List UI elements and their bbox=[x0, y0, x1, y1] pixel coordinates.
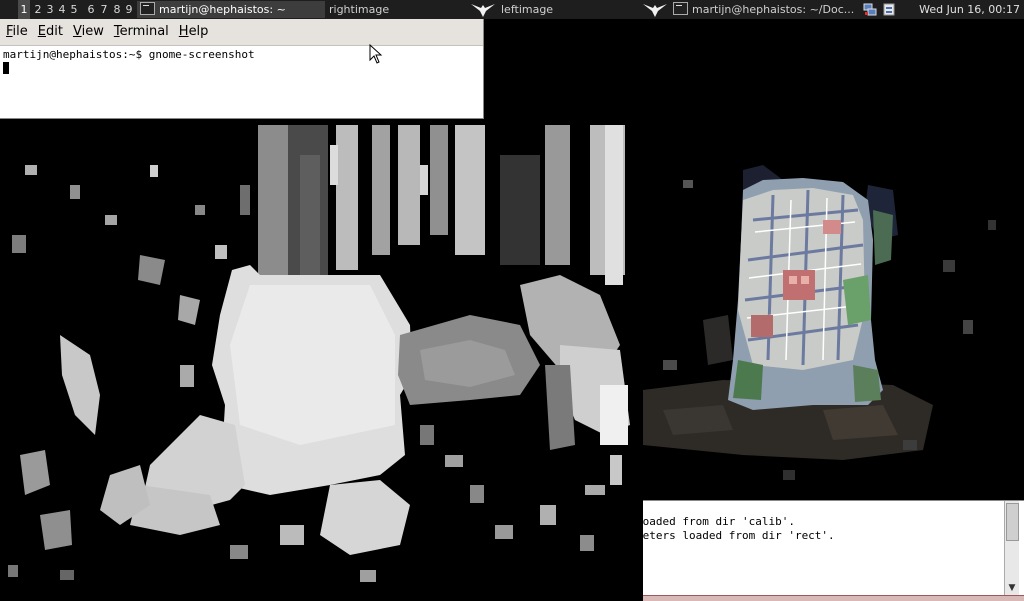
top-panel: 1 2 3 4 5 6 7 8 9 martijn@hephaistos: ~ … bbox=[0, 0, 1024, 19]
menu-view[interactable]: View bbox=[69, 19, 108, 45]
task-terminal-docs[interactable]: martijn@hephaistos: ~/Doc... bbox=[670, 1, 858, 18]
task-rightimage[interactable]: rightimage bbox=[326, 1, 466, 18]
scroll-thumb[interactable] bbox=[1006, 503, 1019, 541]
task-label: martijn@hephaistos: ~ bbox=[159, 3, 286, 16]
workspace-6[interactable]: 6 bbox=[86, 0, 96, 19]
workspace-4[interactable]: 4 bbox=[57, 0, 67, 19]
terminal-icon bbox=[673, 2, 688, 15]
bird-icon bbox=[643, 4, 667, 17]
console-line: . bbox=[636, 555, 643, 569]
clipboard-icon[interactable] bbox=[882, 2, 896, 16]
text-cursor bbox=[3, 62, 9, 74]
menu-edit[interactable]: Edit bbox=[34, 19, 67, 45]
task-terminal-home[interactable]: martijn@hephaistos: ~ bbox=[137, 1, 325, 18]
workspace-9[interactable]: 9 bbox=[124, 0, 134, 19]
console-line: loaded from dir 'calib'. bbox=[636, 515, 795, 528]
menu-file[interactable]: File bbox=[2, 19, 32, 45]
workspace-3[interactable]: 3 bbox=[45, 0, 55, 19]
console-window: loaded from dir 'calib'. neters loaded fr… bbox=[636, 500, 1024, 601]
right-image bbox=[643, 60, 1024, 500]
terminal-menubar: File Edit View Terminal Help bbox=[0, 19, 483, 46]
scroll-down-arrow-icon[interactable]: ▼ bbox=[1006, 582, 1018, 594]
menu-help[interactable]: Help bbox=[175, 19, 213, 45]
terminal-body[interactable]: martijn@hephaistos:~$ gnome-screenshot bbox=[0, 46, 483, 78]
window-bottom-border bbox=[643, 595, 1024, 601]
task-label: rightimage bbox=[329, 3, 390, 16]
menu-terminal[interactable]: Terminal bbox=[110, 19, 173, 45]
task-label: martijn@hephaistos: ~/Doc... bbox=[692, 3, 855, 16]
clock[interactable]: Wed Jun 16, 00:17 bbox=[919, 0, 1020, 19]
console-output: loaded from dir 'calib'. neters loaded fr… bbox=[636, 515, 835, 569]
disparity-image bbox=[0, 125, 634, 595]
mouse-pointer-icon bbox=[369, 44, 383, 64]
terminal-icon bbox=[140, 2, 155, 15]
workspace-5[interactable]: 5 bbox=[69, 0, 79, 19]
terminal-window: File Edit View Terminal Help martijn@hephais… bbox=[0, 19, 484, 119]
task-label: leftimage bbox=[501, 3, 554, 16]
workspace-8[interactable]: 8 bbox=[112, 0, 122, 19]
network-icon[interactable] bbox=[863, 2, 877, 16]
workspace-7[interactable]: 7 bbox=[99, 0, 109, 19]
console-scrollbar[interactable]: ▼ bbox=[1004, 501, 1019, 596]
bird-icon bbox=[471, 4, 495, 17]
console-line: neters loaded from dir 'rect'. bbox=[636, 528, 835, 542]
workspace-2[interactable]: 2 bbox=[33, 0, 43, 19]
workspace-1[interactable]: 1 bbox=[18, 0, 30, 19]
terminal-prompt-line: martijn@hephaistos:~$ gnome-screenshot bbox=[3, 48, 255, 61]
task-leftimage[interactable]: leftimage bbox=[498, 1, 638, 18]
